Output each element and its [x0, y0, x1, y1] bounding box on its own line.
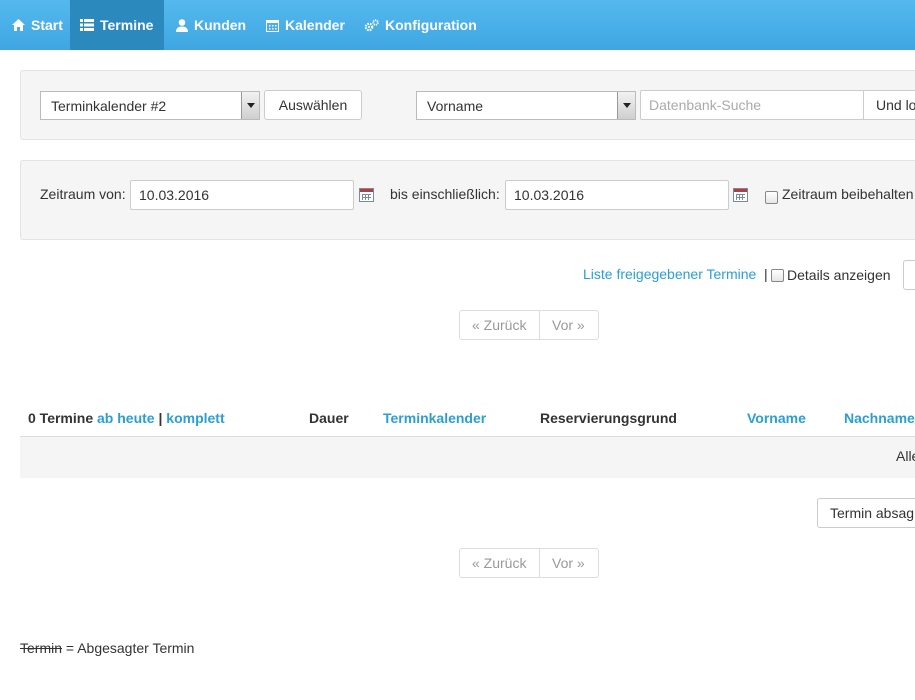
pagination-top: « Zurück Vor » — [459, 310, 599, 340]
home-icon — [12, 19, 25, 31]
to-date-input[interactable]: 10.03.2016 — [505, 180, 729, 210]
header-separator: | — [158, 410, 163, 426]
calendar-select[interactable]: Terminkalender #2 — [40, 91, 260, 120]
search-input[interactable]: Datenbank-Suche — [640, 90, 864, 120]
calendar-icon[interactable] — [733, 188, 748, 202]
complete-link[interactable]: komplett — [166, 410, 224, 426]
table-row: Alle — [20, 437, 915, 478]
to-label: bis einschließlich: — [390, 186, 500, 202]
table-row-text: Alle — [896, 448, 915, 464]
keep-range-label: Zeitraum beibehalten — [782, 186, 914, 202]
nav-kunden-label: Kunden — [194, 17, 247, 33]
top-navbar: Start Termine Kunden Kalender Konfigurat… — [0, 0, 915, 50]
nav-start-label: Start — [31, 17, 63, 33]
details-checkbox[interactable] — [771, 269, 784, 282]
table-header-count: 0 Termine ab heute | komplett — [28, 410, 225, 426]
legend-text: = Abgesagter Termin — [65, 640, 195, 656]
nav-kalender[interactable]: Kalender — [256, 0, 355, 50]
nav-termine[interactable]: Termine — [70, 0, 164, 50]
column-header-calendar[interactable]: Terminkalender — [383, 410, 486, 426]
list-icon — [80, 19, 94, 31]
next-page-button[interactable]: Vor » — [540, 310, 599, 340]
field-select-value: Vorname — [427, 97, 484, 114]
select-button[interactable]: Auswählen — [264, 90, 362, 120]
user-icon — [176, 18, 188, 32]
nav-konfiguration[interactable]: Konfiguration — [354, 0, 487, 50]
details-label: Details anzeigen — [787, 267, 891, 283]
column-header-lastname[interactable]: Nachname — [844, 410, 915, 426]
column-header-reason: Reservierungsgrund — [540, 410, 677, 426]
partial-button[interactable] — [903, 260, 915, 290]
gears-icon — [364, 18, 379, 31]
search-button[interactable]: Und lo — [863, 90, 915, 120]
calendar-icon[interactable] — [359, 188, 374, 202]
released-list-link[interactable]: Liste freigegebener Termine — [583, 266, 756, 282]
column-header-firstname[interactable]: Vorname — [747, 410, 806, 426]
field-select[interactable]: Vorname — [416, 91, 636, 120]
calendar-select-value: Terminkalender #2 — [51, 97, 167, 114]
legend: Termin = Abgesagter Termin — [20, 640, 194, 656]
nav-kunden[interactable]: Kunden — [166, 0, 256, 50]
from-today-link[interactable]: ab heute — [97, 410, 155, 426]
chevron-down-icon — [617, 92, 635, 119]
from-date-input[interactable]: 10.03.2016 — [130, 180, 354, 210]
from-label: Zeitraum von: — [40, 186, 126, 202]
column-header-duration: Dauer — [309, 410, 349, 426]
legend-struck-text: Termin — [20, 640, 63, 656]
calendar-icon — [266, 19, 279, 32]
keep-range-checkbox[interactable] — [765, 191, 778, 204]
nav-termine-label: Termine — [100, 17, 154, 33]
chevron-down-icon — [241, 92, 259, 119]
prev-page-button[interactable]: « Zurück — [459, 310, 540, 340]
nav-kalender-label: Kalender — [285, 17, 345, 33]
next-page-button[interactable]: Vor » — [540, 548, 599, 578]
nav-start[interactable]: Start — [2, 0, 73, 50]
separator: | — [764, 266, 768, 282]
prev-page-button[interactable]: « Zurück — [459, 548, 540, 578]
nav-konfiguration-label: Konfiguration — [385, 17, 477, 33]
appointment-count: 0 Termine — [28, 410, 94, 426]
cancel-appointment-button[interactable]: Termin absag — [817, 498, 915, 528]
pagination-bottom: « Zurück Vor » — [459, 548, 599, 578]
